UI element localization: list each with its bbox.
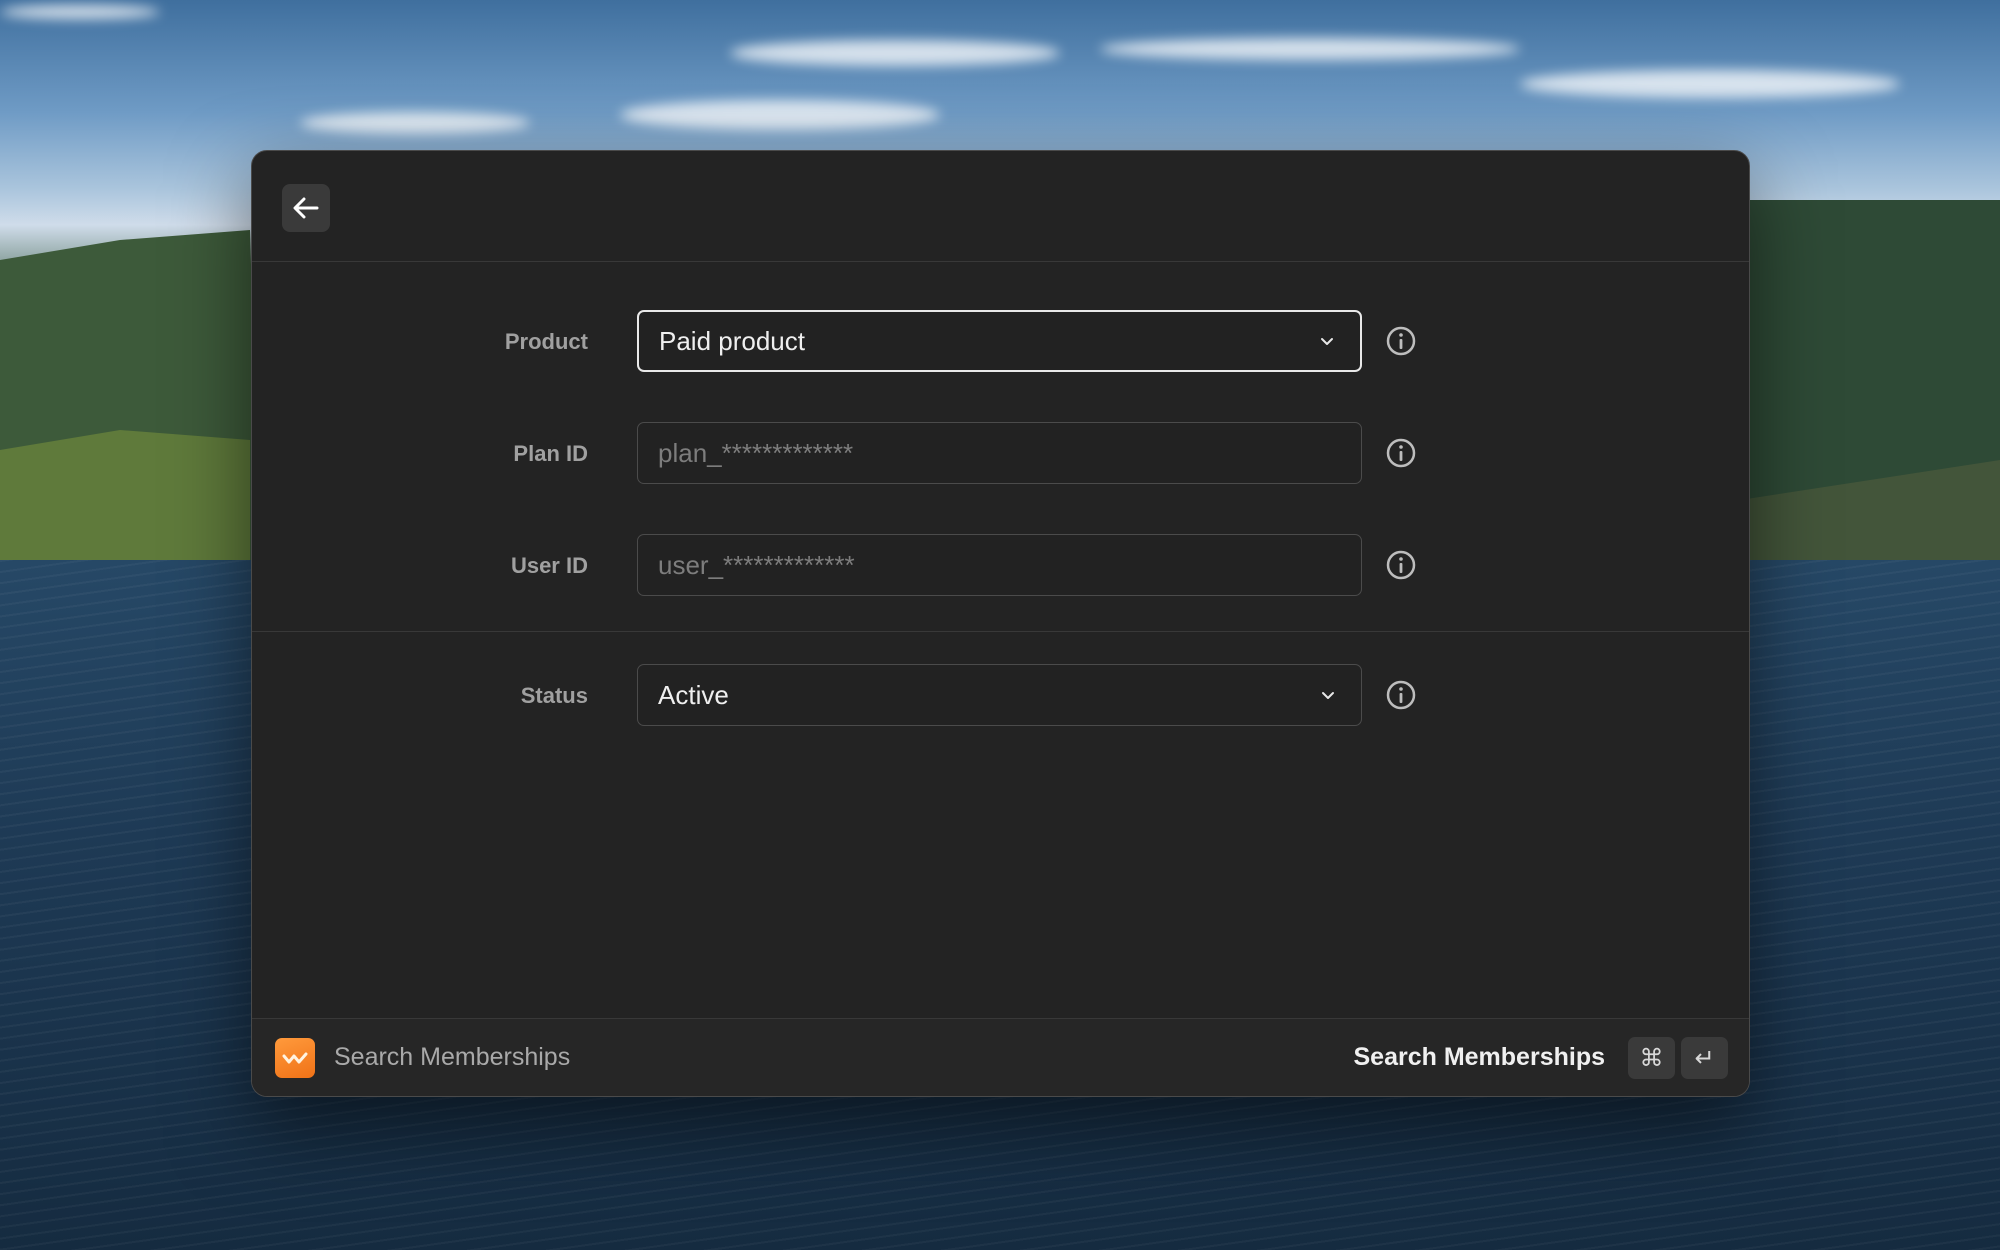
status-select[interactable]: Active xyxy=(637,664,1362,726)
status-row: Status Active xyxy=(252,664,1749,728)
plan-id-input[interactable] xyxy=(658,437,1341,469)
info-icon[interactable] xyxy=(1384,324,1418,358)
plan-id-row: Plan ID xyxy=(252,422,1749,486)
product-row: Product Paid product xyxy=(252,310,1749,374)
return-key-icon: ↵ xyxy=(1681,1037,1728,1079)
top-bar xyxy=(252,151,1749,262)
product-select[interactable]: Paid product xyxy=(637,310,1362,372)
command-key-icon: ⌘ xyxy=(1628,1037,1675,1079)
chevron-down-icon xyxy=(1322,692,1334,699)
status-label: Status xyxy=(520,683,588,708)
cloud xyxy=(1100,38,1520,60)
arrow-left-icon xyxy=(293,197,319,219)
info-icon[interactable] xyxy=(1384,436,1418,470)
whop-logo-icon xyxy=(275,1038,315,1078)
command-title: Search Memberships xyxy=(334,1043,571,1071)
action-bar: Search Memberships Search Memberships ⌘ … xyxy=(252,1018,1749,1096)
info-icon[interactable] xyxy=(1384,678,1418,712)
primary-action-button[interactable]: Search Memberships xyxy=(1354,1019,1606,1096)
user-id-row: User ID xyxy=(252,534,1749,598)
cloud xyxy=(1520,70,1900,98)
app-window: Product Paid product Plan ID User ID xyxy=(251,150,1750,1097)
user-id-input[interactable] xyxy=(658,549,1341,581)
section-divider xyxy=(252,631,1749,632)
info-icon[interactable] xyxy=(1384,548,1418,582)
cloud xyxy=(0,5,160,19)
user-id-label: User ID xyxy=(510,553,588,578)
plan-id-field-wrapper xyxy=(637,422,1362,484)
status-select-value: Active xyxy=(658,679,729,710)
plan-id-label: Plan ID xyxy=(513,441,588,466)
product-label: Product xyxy=(504,329,588,354)
cloud xyxy=(300,112,530,134)
back-button[interactable] xyxy=(282,184,330,232)
product-select-value: Paid product xyxy=(659,325,805,356)
user-id-field-wrapper xyxy=(637,534,1362,596)
cloud xyxy=(730,40,1060,66)
cloud xyxy=(620,100,940,130)
chevron-down-icon xyxy=(1321,338,1333,345)
